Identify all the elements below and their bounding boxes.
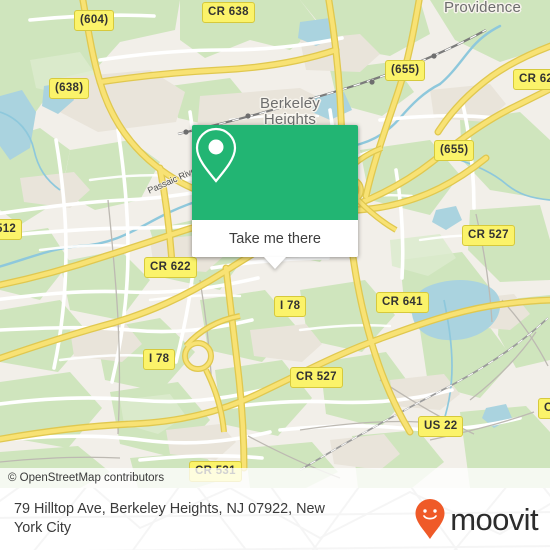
shield-655-a: (655) xyxy=(385,60,426,81)
shield-638: (638) xyxy=(49,78,90,99)
shield-cr527-a: CR 527 xyxy=(462,225,515,246)
shield-604: (604) xyxy=(74,10,115,31)
footer-bar: 79 Hilltop Ave, Berkeley Heights, NJ 079… xyxy=(0,488,550,550)
shield-cr638: CR 638 xyxy=(202,2,255,23)
osm-attribution-text: © OpenStreetMap contributors xyxy=(8,472,165,484)
shield-cr622-a: CR 622 xyxy=(513,69,550,90)
shield-655-b: (655) xyxy=(434,140,475,161)
moovit-wordmark: moovit xyxy=(450,501,538,537)
moovit-logo[interactable]: moovit xyxy=(414,498,539,540)
map-canvas[interactable]: Providence Berkeley Heights Passaic Rive… xyxy=(0,0,550,488)
popup-action-button[interactable]: Take me there xyxy=(192,220,358,257)
moovit-smiley-pin-icon xyxy=(415,499,445,539)
popup-pointer-tail xyxy=(264,257,286,269)
moovit-map-screenshot: Providence Berkeley Heights Passaic Rive… xyxy=(0,0,550,550)
shield-cr622-c: CR 6 xyxy=(538,398,550,419)
shield-cr622-b: CR 622 xyxy=(144,257,197,278)
shield-512: 512 xyxy=(0,219,23,240)
map-pin-outline-icon xyxy=(195,127,237,183)
shield-i78-a: I 78 xyxy=(274,296,307,317)
address-text: 79 Hilltop Ave, Berkeley Heights, NJ 079… xyxy=(14,501,325,536)
take-me-there-popup[interactable]: Take me there xyxy=(192,125,358,269)
shield-us22: US 22 xyxy=(418,416,464,437)
popup-action-label: Take me there xyxy=(229,230,321,247)
shield-i78-b: I 78 xyxy=(143,349,176,370)
shield-cr641: CR 641 xyxy=(376,292,429,313)
osm-attribution[interactable]: © OpenStreetMap contributors xyxy=(0,468,550,488)
popup-header xyxy=(192,125,358,220)
shield-cr527-b: CR 527 xyxy=(290,367,343,388)
